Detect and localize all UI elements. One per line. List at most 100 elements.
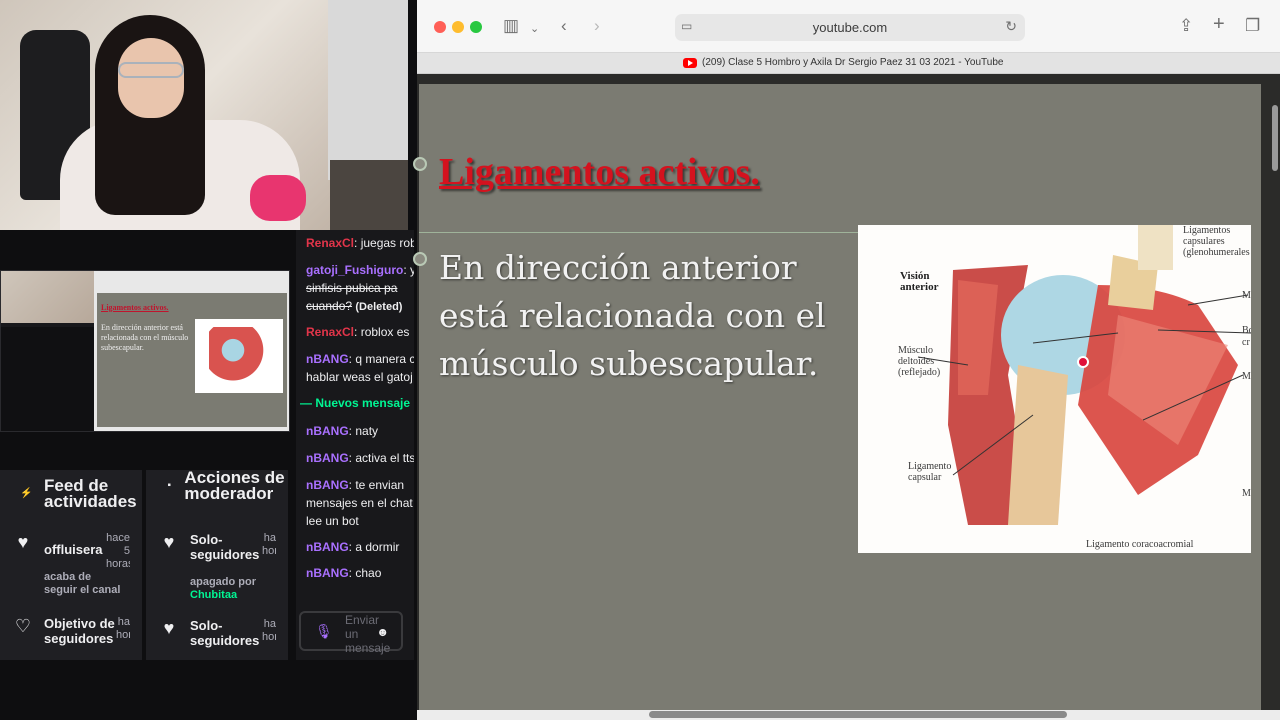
chat-message[interactable]: nBANG: chao xyxy=(306,564,414,582)
active-tab-title[interactable]: (209) Clase 5 Hombro y Axila Dr Sergio P… xyxy=(702,57,1003,68)
heart-icon: ♥ xyxy=(17,532,29,552)
chat-message[interactable]: RenaxCl: roblox es xyxy=(306,323,414,341)
mod-action-subtitle: apagado por xyxy=(190,576,257,588)
tab-bar: (209) Clase 5 Hombro y Axila Dr Sergio P… xyxy=(417,52,1280,74)
figure-label-deltoid: Músculo deltoides (reflejado) xyxy=(898,345,941,378)
chat-username[interactable]: RenaxCl xyxy=(306,236,354,250)
chat-message-text: : activa el tts xyxy=(348,451,414,465)
mod-actions-title: Acciones de moderador xyxy=(184,468,285,503)
chat-username[interactable]: nBANG xyxy=(306,352,349,366)
chat-message[interactable]: nBANG: naty xyxy=(306,422,414,440)
feed-item[interactable]: ♡ Objetivo de seguidores ha hor xyxy=(12,616,130,656)
tab-overview-icon[interactable]: ❐ xyxy=(1245,16,1260,36)
slide-divider xyxy=(419,232,859,233)
desktop: Ligamentos activos. En dirección anterio… xyxy=(0,0,1280,720)
new-messages-divider[interactable]: — Nuevos mensaje xyxy=(296,394,414,412)
activity-feed-header: ⚡ Feed de actividades xyxy=(20,476,140,511)
chat-message-line: hablar weas el gatoj xyxy=(306,370,413,384)
mod-action-time: ha hor xyxy=(262,618,276,643)
chat-panel: RenaxCl: juegas rob gatoji_Fushiguro: y … xyxy=(296,230,414,660)
chat-username[interactable]: nBANG xyxy=(306,478,349,492)
emoji-icon[interactable]: ☻ xyxy=(376,625,389,639)
chevron-down-icon[interactable]: ⌄ xyxy=(530,19,539,39)
stream-preview-slide-title: Ligamentos activos. xyxy=(101,303,169,312)
chat-message[interactable]: nBANG: te envian xyxy=(306,476,414,494)
chat-message-text: : juegas rob xyxy=(354,236,414,250)
chat-message-text: cuando? xyxy=(306,299,353,313)
share-icon[interactable]: ⇪ xyxy=(1179,16,1193,36)
figure-label-coraco: Ligamento coracoacromial xyxy=(1086,539,1194,550)
stream-preview-webcam xyxy=(1,271,94,323)
stream-preview-slide: Ligamentos activos. En dirección anterio… xyxy=(97,293,287,427)
minimize-window-button[interactable] xyxy=(452,21,464,33)
stream-preview-panels xyxy=(1,327,94,431)
chat-message[interactable]: nBANG: a dormir xyxy=(306,538,414,556)
lecture-slide: Ligamentos activos. En dirección anterio… xyxy=(413,84,1261,710)
mod-action-title: Solo-seguidores xyxy=(190,532,260,562)
activity-feed-title: Feed de actividades xyxy=(44,476,137,511)
chat-message-text: : chao xyxy=(348,566,382,580)
chat-input[interactable]: 🎙 Enviar un mensaje ☻ xyxy=(299,611,403,655)
heart-outline-icon: ♡ xyxy=(14,616,32,636)
webcam-person-sleeve xyxy=(250,175,306,221)
chat-username[interactable]: nBANG xyxy=(306,540,349,554)
webcam-feed xyxy=(0,0,408,230)
figure-edge-label: Bo xyxy=(1242,325,1251,336)
browser-window: ▥ ⌄ ‹ › ▭ youtube.com ↻ ⇪ + ❐ (209) Clas… xyxy=(413,0,1280,720)
deleted-tag: (Deleted) xyxy=(355,301,403,313)
chat-message[interactable]: gatoji_Fushiguro: y xyxy=(306,261,414,279)
vertical-scrollbar[interactable] xyxy=(1272,105,1278,171)
feed-item-title: Objetivo de seguidores xyxy=(44,616,115,646)
chat-username[interactable]: nBANG xyxy=(306,424,349,438)
mod-action-item[interactable]: ♥ Solo-seguidores ha hor xyxy=(158,618,276,648)
heart-icon: ♥ xyxy=(163,532,175,552)
close-window-button[interactable] xyxy=(434,21,446,33)
mod-action-item[interactable]: ♥ Solo-seguidores apagado por Chubitaa h… xyxy=(158,532,276,602)
fullscreen-window-button[interactable] xyxy=(470,21,482,33)
figure-edge-label: M xyxy=(1242,371,1251,382)
browser-toolbar: ▥ ⌄ ‹ › ▭ youtube.com ↻ ⇪ + ❐ xyxy=(417,0,1280,52)
horizontal-scrollbar[interactable] xyxy=(649,711,1067,718)
chat-message[interactable]: RenaxCl: juegas rob xyxy=(306,234,414,252)
chat-message-line: lee un bot xyxy=(306,514,359,528)
chat-message-deleted-line: sinfisis pubica pa xyxy=(306,281,398,295)
webcam-desk xyxy=(330,160,408,230)
stream-preview-slide-text: En dirección anterior está relacionada c… xyxy=(101,323,189,352)
address-bar[interactable]: ▭ youtube.com ↻ xyxy=(675,14,1025,41)
mod-actions-header: ▪ Acciones de moderador xyxy=(166,468,288,503)
figure-label-view: Visión anterior xyxy=(900,270,939,293)
back-icon[interactable]: ‹ xyxy=(561,16,567,36)
chat-username[interactable]: nBANG xyxy=(306,451,349,465)
shoulder-anatomy-figure: Visión anterior Ligamentos capsulares (g… xyxy=(858,225,1251,553)
chat-username[interactable]: nBANG xyxy=(306,566,349,580)
bolt-icon: ⚡ xyxy=(20,488,33,499)
chat-username[interactable]: gatoji_Fushiguro xyxy=(306,263,403,277)
stream-preview-slide-figure xyxy=(195,319,283,393)
chat-message-text: : y xyxy=(403,263,414,277)
new-tab-icon[interactable]: + xyxy=(1213,14,1225,34)
reload-icon[interactable]: ↻ xyxy=(1005,18,1017,35)
chat-message[interactable]: nBANG: activa el tts xyxy=(306,449,414,467)
shield-icon: ▪ xyxy=(167,480,171,491)
slide-title: Ligamentos activos. xyxy=(439,151,760,193)
bullet-icon xyxy=(413,252,427,266)
figure-edge-label: cr xyxy=(1242,337,1250,348)
webcam-person-glasses xyxy=(118,62,184,78)
chat-message-text: : te envian xyxy=(348,478,405,492)
mod-action-actor: Chubitaa xyxy=(190,589,238,601)
chat-message-text: : naty xyxy=(348,424,379,438)
feed-item[interactable]: ♥ offluisera acaba de seguir el canal ha… xyxy=(12,532,130,597)
chat-username[interactable]: RenaxCl xyxy=(306,325,354,339)
figure-edge-label: M xyxy=(1242,290,1251,301)
mod-action-title: Solo-seguidores xyxy=(190,618,260,648)
stream-preview[interactable]: Ligamentos activos. En dirección anterio… xyxy=(0,270,290,432)
mod-action-time: ha hor xyxy=(262,532,276,557)
chat-message[interactable]: nBANG: q manera c xyxy=(306,350,414,368)
sidebar-icon[interactable]: ▥ xyxy=(503,16,519,36)
microphone-icon[interactable]: 🎙 xyxy=(315,623,333,640)
figure-edge-label: M xyxy=(1242,488,1251,499)
chat-message-line: mensajes en el chat xyxy=(306,496,413,510)
video-player[interactable]: Ligamentos activos. En dirección anterio… xyxy=(413,74,1280,710)
address-url: youtube.com xyxy=(812,20,888,35)
forward-icon[interactable]: › xyxy=(594,16,600,36)
